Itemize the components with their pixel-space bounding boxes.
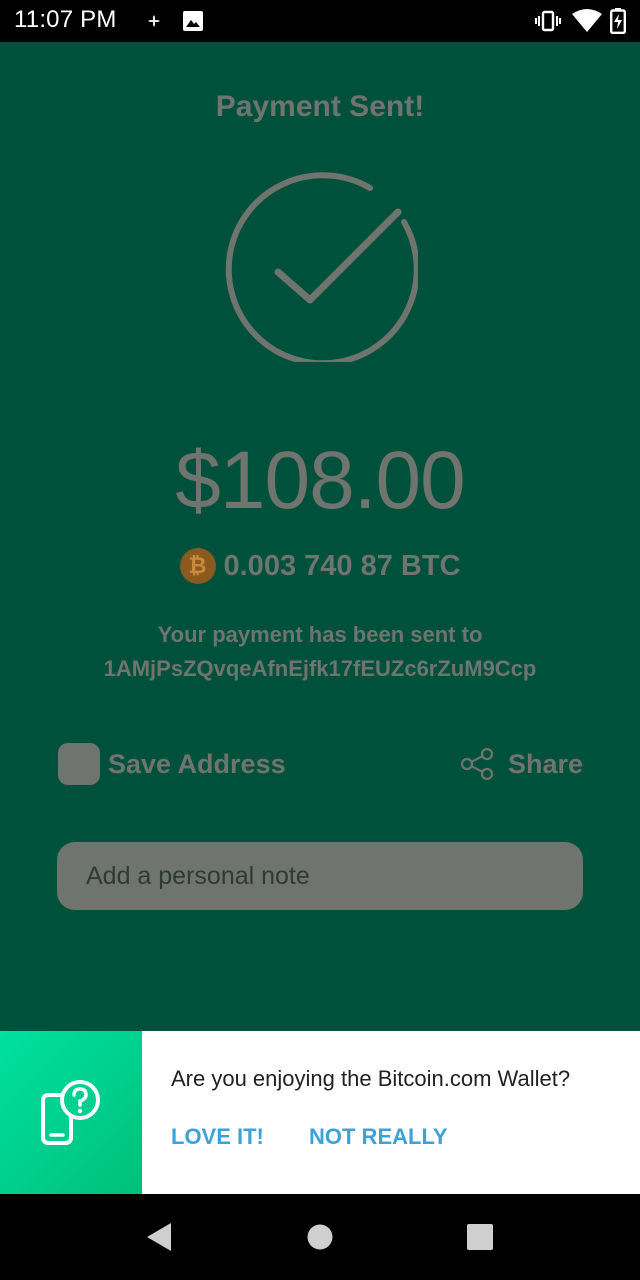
status-time: 11:07 PM bbox=[14, 6, 117, 33]
image-icon bbox=[182, 0, 204, 42]
home-icon[interactable] bbox=[307, 1222, 333, 1252]
fiat-amount: $108.00 bbox=[175, 435, 465, 526]
save-address-label: Save Address bbox=[108, 748, 286, 779]
recipient-address: 1AMjPsZQvqeAfnEjfk17fEUZc6rZuM9Ccp bbox=[103, 656, 537, 681]
save-address-checkbox[interactable] bbox=[58, 743, 100, 785]
share-icon bbox=[460, 748, 494, 780]
status-bar: 11:07 PM bbox=[0, 0, 640, 42]
battery-charging-icon bbox=[610, 0, 626, 42]
love-it-button[interactable]: LOVE IT! bbox=[171, 1124, 264, 1150]
btc-amount: 0.003 740 87 BTC bbox=[223, 549, 461, 582]
bitcoin-icon: ₿ bbox=[179, 548, 216, 584]
phone-help-icon bbox=[41, 1080, 100, 1145]
not-really-button[interactable]: NOT REALLY bbox=[309, 1124, 448, 1150]
save-address-toggle[interactable]: Save Address bbox=[58, 742, 286, 786]
navigation-bar bbox=[0, 1194, 640, 1280]
payment-sent-screen: Payment Sent! $108.00 ₿ 0.003 740 87 BTC… bbox=[0, 42, 640, 1031]
sent-to-text: Your payment has been sent to bbox=[157, 622, 483, 647]
sent-to-message: Your payment has been sent to 1AMjPsZQvq… bbox=[0, 618, 640, 686]
share-label: Share bbox=[507, 748, 583, 779]
bitcoin-symbol: ₿ bbox=[188, 554, 207, 579]
personal-note-input[interactable] bbox=[57, 842, 583, 910]
banner-icon-panel bbox=[0, 1031, 142, 1194]
back-icon[interactable] bbox=[145, 1222, 173, 1252]
vibrate-icon bbox=[535, 0, 561, 42]
check-circle-icon bbox=[225, 172, 418, 362]
recents-icon[interactable] bbox=[466, 1222, 494, 1252]
share-button[interactable]: Share bbox=[460, 742, 583, 786]
btc-amount-row: ₿ 0.003 740 87 BTC bbox=[0, 546, 640, 586]
rating-question: Are you enjoying the Bitcoin.com Wallet? bbox=[171, 1066, 571, 1091]
rating-banner: Are you enjoying the Bitcoin.com Wallet?… bbox=[0, 1031, 640, 1194]
page-title: Payment Sent! bbox=[215, 90, 425, 123]
fan-icon bbox=[146, 0, 162, 42]
wifi-icon bbox=[572, 0, 602, 42]
